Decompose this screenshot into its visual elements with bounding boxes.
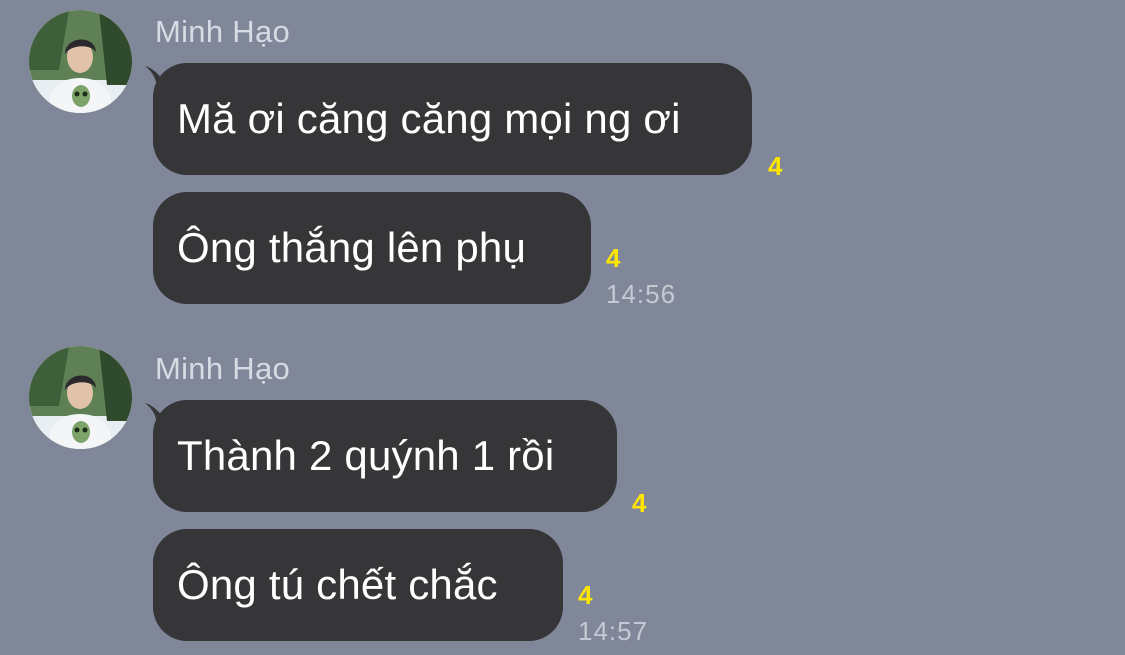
message-timestamp: 14:57 (578, 616, 649, 646)
message-text: Mă ơi căng căng mọi ng ơi (177, 95, 681, 142)
read-count: 4 (578, 580, 593, 610)
user-avatar-icon (29, 346, 132, 449)
read-count: 4 (632, 488, 647, 518)
message-timestamp: 14:56 (606, 279, 677, 309)
sender-avatar[interactable] (29, 346, 132, 449)
message-bubble[interactable]: Thành 2 quýnh 1 rồi (153, 400, 617, 512)
message-bubble[interactable]: Mă ơi căng căng mọi ng ơi (153, 63, 752, 175)
message-text: Thành 2 quýnh 1 rồi (177, 432, 555, 479)
message-text: Ông thắng lên phụ (177, 224, 527, 271)
read-count: 4 (768, 151, 783, 181)
user-avatar-icon (29, 10, 132, 113)
message-text: Ông tú chết chắc (177, 561, 498, 608)
sender-name: Minh Hạo (155, 14, 291, 49)
message-bubble[interactable]: Ông thắng lên phụ (153, 192, 591, 304)
message-bubble[interactable]: Ông tú chết chắc (153, 529, 563, 641)
read-count: 4 (606, 243, 621, 273)
sender-avatar[interactable] (29, 10, 132, 113)
sender-name: Minh Hạo (155, 351, 291, 386)
